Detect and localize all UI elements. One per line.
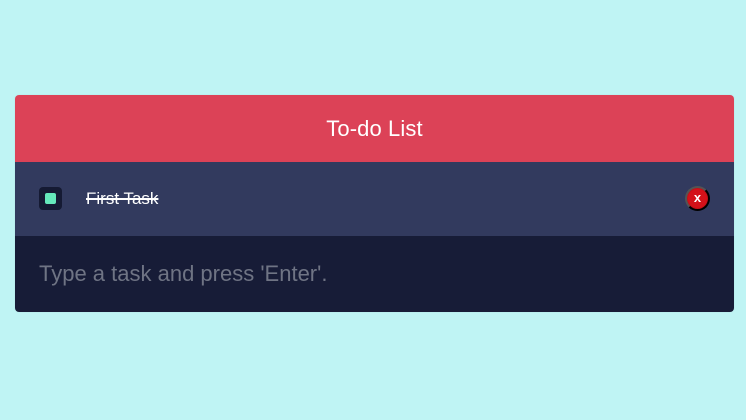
- checked-checkbox-icon: [45, 193, 56, 204]
- delete-task-button[interactable]: x: [685, 186, 710, 211]
- todo-list-card: To-do List First Task x: [15, 95, 734, 312]
- page-title: To-do List: [326, 115, 423, 141]
- task-checkbox[interactable]: [39, 187, 62, 210]
- task-label[interactable]: First Task: [86, 189, 158, 209]
- task-input-row: [15, 236, 734, 312]
- task-row: First Task x: [15, 162, 734, 236]
- todo-header: To-do List: [15, 95, 734, 162]
- close-icon: x: [693, 190, 702, 205]
- task-input[interactable]: [39, 254, 710, 294]
- page: To-do List First Task x: [0, 0, 746, 420]
